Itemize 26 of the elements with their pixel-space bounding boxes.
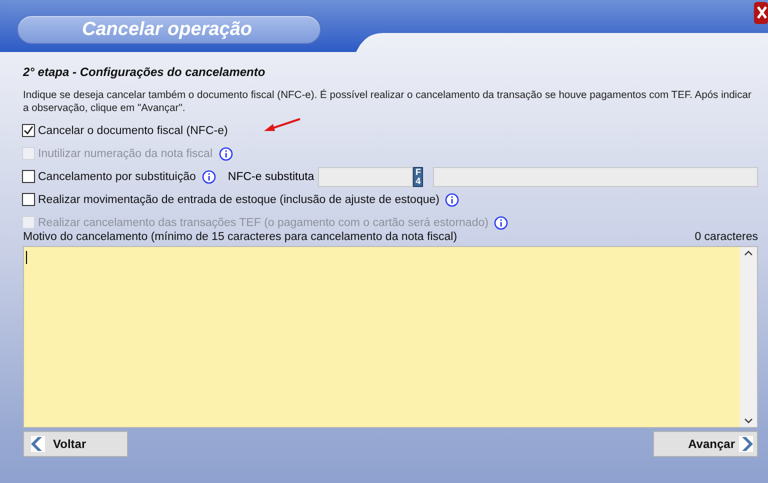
- checkbox-label[interactable]: Cancelar o documento fiscal (NFC-e): [38, 124, 228, 136]
- scrollbar[interactable]: [740, 247, 757, 427]
- checkbox-label[interactable]: Cancelamento por substituição: [38, 170, 196, 182]
- checkbox-label[interactable]: Realizar movimentação de entrada de estoque (inclusão de ajuste de estoque): [38, 194, 440, 206]
- window-title: Cancelar operação: [17, 15, 321, 44]
- checkbox[interactable]: [22, 170, 35, 183]
- lookup-button[interactable]: F4: [413, 166, 424, 186]
- scroll-down-icon[interactable]: [744, 418, 753, 424]
- close-icon[interactable]: [754, 2, 768, 24]
- character-counter: 0 caracteres: [694, 231, 758, 245]
- input-field[interactable]: [318, 166, 414, 186]
- right-chevron-icon: [739, 436, 753, 452]
- next-button[interactable]: Avançar: [653, 431, 758, 457]
- annotation-arrow: [262, 117, 302, 133]
- reason-label: Motivo do cancelamento (mínimo de 15 caracteres para cancelamento da nota fiscal): [23, 231, 458, 245]
- info-icon[interactable]: [202, 170, 216, 184]
- scroll-up-icon[interactable]: [744, 250, 753, 256]
- step-title: 2° etapa - Configurações do cancelamento: [23, 65, 266, 79]
- checkbox[interactable]: [22, 124, 35, 137]
- field-label: NFC-e substituta: [228, 170, 314, 182]
- back-button[interactable]: Voltar: [23, 431, 128, 457]
- description-text: Indique se deseja cancelar também o documento fiscal (NFC-e). É possível realizar o cancelamento da transação se houve pagamentos com TEF. Após indicar a observação, clique em "Avançar".: [23, 89, 752, 115]
- info-icon[interactable]: [445, 192, 460, 206]
- input-field[interactable]: [433, 166, 758, 186]
- left-chevron-icon: [31, 436, 45, 452]
- checkbox[interactable]: [22, 193, 35, 206]
